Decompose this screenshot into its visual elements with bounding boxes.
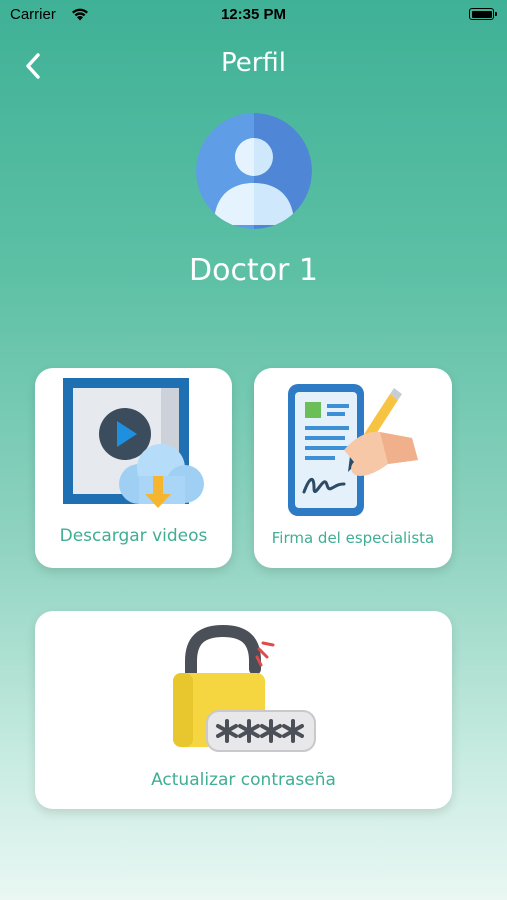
clock: 12:35 PM (220, 6, 287, 23)
status-bar: Carrier 12:35 PM (0, 0, 507, 30)
specialist-signature-card[interactable]: Firma del especialista (254, 368, 452, 568)
user-avatar-icon (196, 113, 312, 229)
padlock-password-icon (173, 624, 316, 752)
signature-icon (288, 384, 418, 516)
specialist-signature-label: Firma del especialista (271, 529, 435, 547)
download-videos-card[interactable]: Descargar videos (35, 368, 232, 568)
video-download-icon (63, 378, 204, 508)
update-password-card[interactable]: Actualizar contraseña (35, 611, 452, 809)
doctor-name: Doctor 1 (188, 253, 319, 288)
battery-icon (469, 8, 497, 20)
update-password-label: Actualizar contraseña (151, 770, 336, 790)
download-videos-label: Descargar videos (59, 526, 208, 546)
page-title: Perfil (220, 48, 287, 78)
